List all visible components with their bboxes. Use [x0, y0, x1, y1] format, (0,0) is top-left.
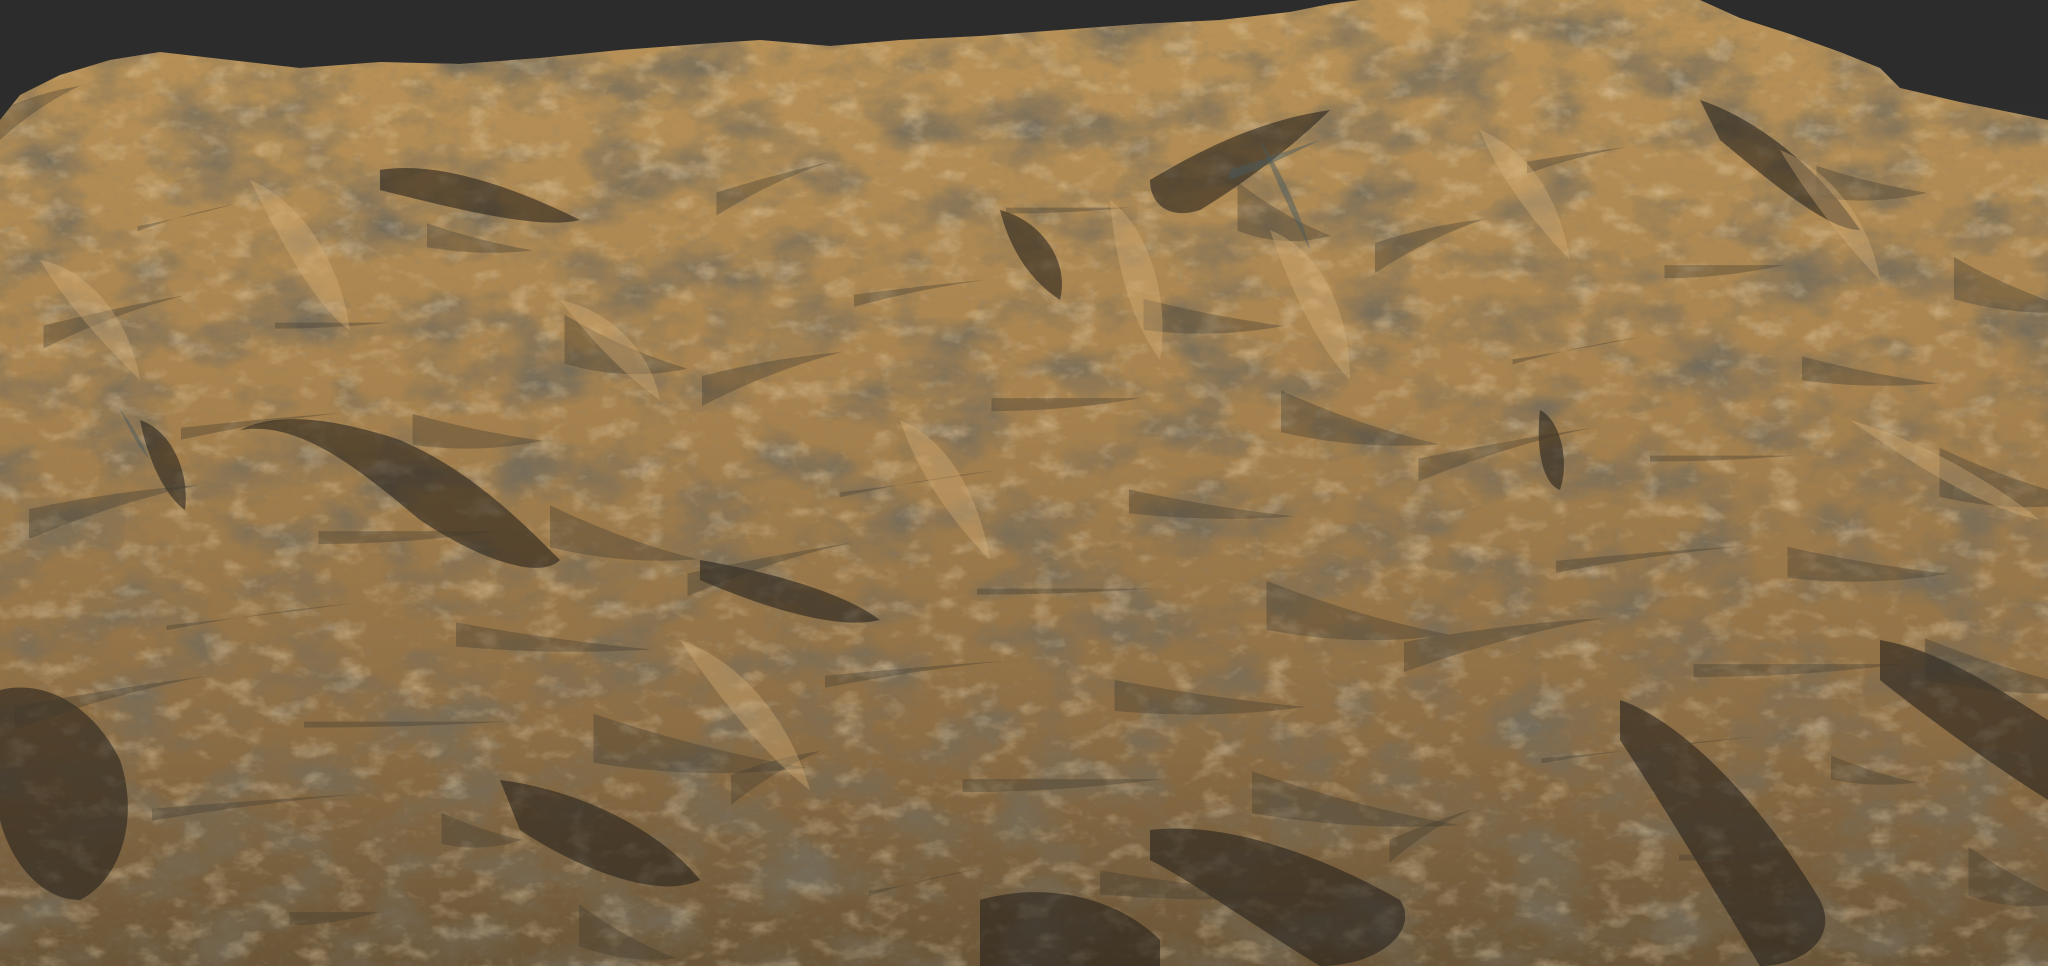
terrain-render	[0, 0, 2048, 966]
3d-viewport[interactable]	[0, 0, 2048, 966]
terrain-surface	[0, 0, 2048, 966]
